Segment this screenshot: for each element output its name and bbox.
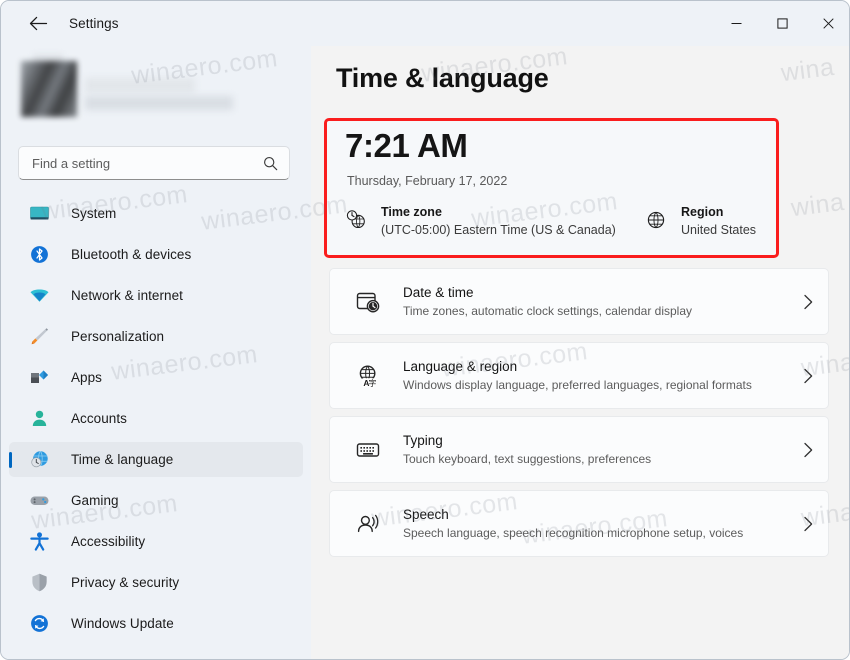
chevron-right-icon[interactable] <box>788 442 828 458</box>
sidebar-item-label: Apps <box>71 370 102 385</box>
current-time: 7:21 AM <box>345 127 468 164</box>
card-text: Typing Touch keyboard, text suggestions,… <box>403 431 788 468</box>
page-title: Time & language <box>336 63 549 93</box>
globe-clock-icon <box>343 207 369 233</box>
svg-text:字: 字 <box>368 378 376 388</box>
clock-details-row: Time zone (UTC-05:00) Eastern Time (US &… <box>343 203 768 239</box>
settings-card-date-time[interactable]: Date & time Time zones, automatic clock … <box>329 268 829 335</box>
settings-card-typing[interactable]: Typing Touch keyboard, text suggestions,… <box>329 416 829 483</box>
sidebar-nav: System Bluetooth & devices Network & int… <box>9 196 303 647</box>
refresh-circle-icon <box>27 612 51 636</box>
minimize-button[interactable] <box>713 1 759 46</box>
close-button[interactable] <box>805 1 849 46</box>
user-profile[interactable] <box>21 54 251 126</box>
maximize-button[interactable] <box>759 1 805 46</box>
card-subtitle: Time zones, automatic clock settings, ca… <box>403 304 693 318</box>
shield-icon <box>27 571 51 595</box>
globe-language-icon: A 字 <box>353 361 383 391</box>
sidebar-item-bluetooth-devices[interactable]: Bluetooth & devices <box>9 237 303 272</box>
close-icon <box>822 18 834 29</box>
user-name-blurred <box>85 78 195 93</box>
sidebar-item-privacy-security[interactable]: Privacy & security <box>9 565 303 600</box>
timezone-block: Time zone (UTC-05:00) Eastern Time (US &… <box>343 203 643 239</box>
card-text: Speech Speech language, speech recogniti… <box>403 505 788 542</box>
chevron-right-icon[interactable] <box>788 516 828 532</box>
globe-icon <box>643 207 669 233</box>
region-text: Region United States <box>681 203 756 239</box>
avatar <box>21 61 77 117</box>
card-title: Language & region <box>403 359 518 374</box>
minimize-icon <box>731 18 742 29</box>
settings-card-speech[interactable]: Speech Speech language, speech recogniti… <box>329 490 829 557</box>
timezone-label: Time zone <box>381 205 442 219</box>
sidebar-item-gaming[interactable]: Gaming <box>9 483 303 518</box>
main-content: Time & language 7:21 AM Thursday, Februa… <box>311 46 849 659</box>
calendar-clock-icon <box>353 287 383 317</box>
region-block: Region United States <box>643 203 756 239</box>
sidebar: System Bluetooth & devices <box>1 46 311 659</box>
sidebar-item-system[interactable]: System <box>9 196 303 231</box>
sidebar-item-time-language[interactable]: Time & language <box>9 442 303 477</box>
sidebar-item-label: Gaming <box>71 493 119 508</box>
sidebar-item-label: Accounts <box>71 411 127 426</box>
region-value: United States <box>681 223 757 237</box>
card-title: Typing <box>403 433 443 448</box>
bluetooth-icon <box>27 243 51 267</box>
timezone-value: (UTC-05:00) Eastern Time (US & Canada) <box>381 223 616 237</box>
paintbrush-icon <box>27 325 51 349</box>
sidebar-item-label: Time & language <box>71 452 174 467</box>
card-subtitle: Speech language, speech recognition micr… <box>403 526 744 540</box>
card-title: Date & time <box>403 285 474 300</box>
maximize-icon <box>776 18 788 29</box>
timezone-text: Time zone (UTC-05:00) Eastern Time (US &… <box>381 203 616 239</box>
sidebar-item-label: Network & internet <box>71 288 183 303</box>
current-date: Thursday, February 17, 2022 <box>347 174 508 188</box>
window-controls <box>713 1 849 46</box>
chevron-right-icon[interactable] <box>788 294 828 310</box>
sidebar-item-label: Windows Update <box>71 616 174 631</box>
sidebar-item-apps[interactable]: Apps <box>9 360 303 395</box>
person-icon <box>27 407 51 431</box>
monitor-icon <box>27 202 51 226</box>
speech-icon <box>353 509 383 539</box>
card-subtitle: Touch keyboard, text suggestions, prefer… <box>403 452 652 466</box>
sidebar-item-label: Privacy & security <box>71 575 180 590</box>
search-input[interactable] <box>19 155 255 171</box>
globe-clock-icon <box>27 448 51 472</box>
user-email-blurred <box>85 96 233 110</box>
accessibility-person-icon <box>27 530 51 554</box>
sidebar-item-label: Bluetooth & devices <box>71 247 192 262</box>
card-text: Language & region Windows display langua… <box>403 357 788 394</box>
settings-card-language-region[interactable]: A 字 Language & region Windows display la… <box>329 342 829 409</box>
card-subtitle: Windows display language, preferred lang… <box>403 378 752 392</box>
chevron-right-icon[interactable] <box>788 368 828 384</box>
clock-summary-card: 7:21 AM Thursday, February 17, 2022 Time… <box>324 118 779 258</box>
sidebar-item-accessibility[interactable]: Accessibility <box>9 524 303 559</box>
card-title: Speech <box>403 507 449 522</box>
gamepad-icon <box>27 489 51 513</box>
sidebar-item-label: Personalization <box>71 329 165 344</box>
keyboard-icon <box>353 435 383 465</box>
app-title: Settings <box>69 16 119 31</box>
card-text: Date & time Time zones, automatic clock … <box>403 283 788 320</box>
back-arrow-icon <box>29 16 48 31</box>
apps-icon <box>27 366 51 390</box>
settings-card-list: Date & time Time zones, automatic clock … <box>329 268 829 564</box>
sidebar-item-label: System <box>71 206 117 221</box>
back-button[interactable] <box>21 9 55 39</box>
sidebar-item-accounts[interactable]: Accounts <box>9 401 303 436</box>
sidebar-item-windows-update[interactable]: Windows Update <box>9 606 303 641</box>
search-box[interactable] <box>18 146 290 180</box>
sidebar-item-personalization[interactable]: Personalization <box>9 319 303 354</box>
sidebar-item-network-internet[interactable]: Network & internet <box>9 278 303 313</box>
wifi-icon <box>27 284 51 308</box>
region-label: Region <box>681 205 724 219</box>
settings-window: Settings Find a setting System Bluetooth… <box>0 0 850 660</box>
sidebar-item-label: Accessibility <box>71 534 146 549</box>
titlebar: Settings <box>1 1 849 46</box>
search-icon[interactable] <box>255 156 285 171</box>
